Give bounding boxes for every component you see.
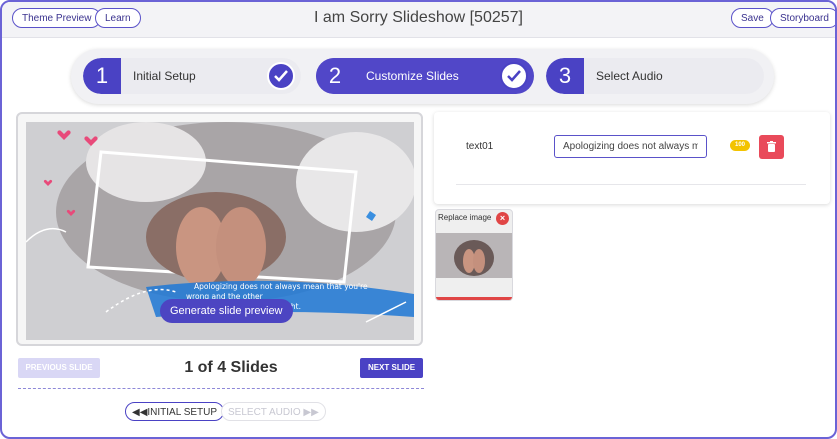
double-chevron-right-icon: ▶▶ <box>303 407 319 418</box>
select-audio-label: SELECT AUDIO <box>228 407 301 418</box>
text01-input[interactable] <box>554 135 707 158</box>
image-status-bar <box>436 297 512 300</box>
step-number: 1 <box>83 58 121 94</box>
steps-progress: 1 Initial Setup 2 Customize Slides 3 Sel… <box>71 49 774 104</box>
delete-text-button[interactable] <box>759 135 784 159</box>
storyboard-button[interactable]: Storyboard <box>770 8 835 28</box>
image-slot[interactable]: Replace image × <box>435 209 513 301</box>
text-fields-panel: text01 100 <box>434 112 830 204</box>
text-field-label: text01 <box>466 141 494 152</box>
divider <box>18 388 424 389</box>
check-icon <box>267 62 295 90</box>
initial-setup-label: INITIAL SETUP <box>147 407 218 418</box>
generate-slide-preview-button[interactable]: Generate slide preview <box>160 299 293 323</box>
step-number: 2 <box>316 58 354 94</box>
overlay-text-line-1: Apologizing does not always mean that yo… <box>194 282 368 291</box>
top-bar: Theme Preview Learn I am Sorry Slideshow… <box>2 2 835 38</box>
step-customize-slides[interactable]: 2 Customize Slides <box>316 58 534 94</box>
divider <box>456 184 806 185</box>
step-label: Select Audio <box>596 69 663 83</box>
step-label: Initial Setup <box>133 69 196 83</box>
save-button[interactable]: Save <box>731 8 774 28</box>
initial-setup-button[interactable]: ◀◀INITIAL SETUP <box>125 402 225 421</box>
app-window: Theme Preview Learn I am Sorry Slideshow… <box>0 0 837 439</box>
step-initial-setup[interactable]: 1 Initial Setup <box>83 58 301 94</box>
next-slide-button[interactable]: NEXT SLIDE <box>360 358 423 378</box>
step-number: 3 <box>546 58 584 94</box>
step-select-audio[interactable]: 3 Select Audio <box>546 58 764 94</box>
replace-image-label: Replace image <box>438 213 492 222</box>
close-icon[interactable]: × <box>496 212 509 225</box>
slide-counter: 1 of 4 Slides <box>184 359 278 376</box>
page-title: I am Sorry Slideshow [50257] <box>314 9 523 26</box>
select-audio-button[interactable]: SELECT AUDIO ▶▶ <box>221 402 326 421</box>
image-thumbnail <box>436 233 512 278</box>
double-chevron-left-icon: ◀◀ <box>132 407 148 418</box>
char-limit-badge: 100 <box>730 140 750 151</box>
trash-icon <box>767 141 776 152</box>
step-label: Customize Slides <box>366 69 459 83</box>
previous-slide-button[interactable]: PREVIOUS SLIDE <box>18 358 100 378</box>
check-icon <box>500 62 528 90</box>
